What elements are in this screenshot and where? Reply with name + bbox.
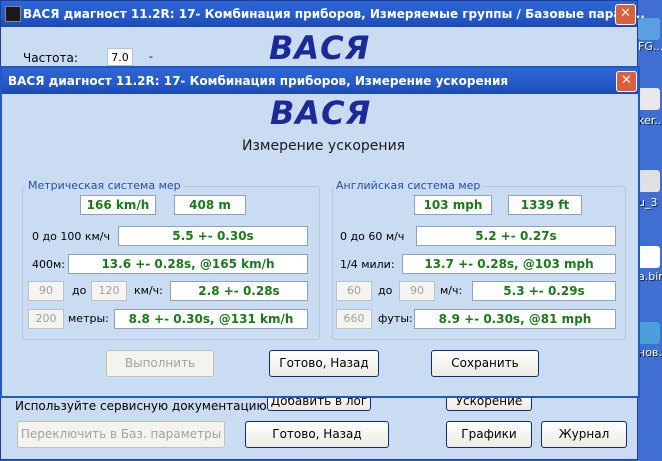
imperial-feet-label: футы: (378, 312, 413, 325)
accel-window: ВАСЯ диагност 11.2R: 17- Комбинация приб… (0, 66, 640, 398)
metric-legend: Метрическая система мер (26, 179, 183, 192)
file-icon[interactable] (638, 170, 660, 192)
metric-distance-input[interactable]: 200 (28, 309, 64, 329)
back-window-titlebar[interactable]: ВАСЯ диагност 11.2R: 17- Комбинация приб… (1, 1, 645, 27)
metric-row4-value: 8.8 +- 0.30s, @131 km/h (114, 309, 308, 329)
imperial-from-input[interactable]: 60 (336, 281, 372, 301)
metric-row1-label: 0 до 100 км/ч (32, 230, 110, 243)
freq-label: Частота: (23, 51, 78, 65)
back-logo: ВАСЯ (269, 29, 371, 67)
done-back-button[interactable]: Готово, Назад (245, 421, 389, 448)
imperial-row4-value: 8.9 +- 0.30s, @81 mph (414, 309, 616, 329)
metric-row1-value: 5.5 +- 0.30s (118, 226, 308, 246)
metric-row2-value: 13.6 +- 0.28s, @165 km/h (68, 254, 308, 274)
journal-button[interactable]: Журнал (541, 421, 627, 448)
file-icon[interactable] (638, 88, 660, 110)
app-icon (5, 6, 21, 22)
accel-window-titlebar[interactable]: ВАСЯ диагност 11.2R: 17- Комбинация приб… (2, 68, 638, 94)
front-logo: ВАСЯ (270, 94, 372, 132)
file-icon[interactable] (638, 18, 660, 40)
metric-unit-label: км/ч: (134, 284, 163, 297)
freq-value: 7.0 (107, 48, 133, 66)
service-doc-text: Используйте сервисную документацию! (15, 399, 272, 413)
accel-window-title: ВАСЯ диагност 11.2R: 17- Комбинация приб… (8, 74, 509, 88)
graphs-button[interactable]: Графики (446, 421, 532, 448)
back-window-title: ВАСЯ диагност 11.2R: 17- Комбинация приб… (23, 7, 645, 21)
imperial-to-label: до (378, 284, 393, 297)
imperial-row1-value: 5.2 +- 0.27s (416, 226, 616, 246)
imperial-row1-label: 0 до 60 м/ч (340, 230, 405, 243)
imperial-legend: Английская система мер (334, 179, 483, 192)
desktop-label: u_3 (638, 196, 658, 209)
imperial-row3-value: 5.3 +- 0.29s (472, 281, 616, 301)
run-button[interactable]: Выполнить (106, 350, 214, 377)
desktop-label: нов. (638, 346, 662, 359)
imperial-unit-label: м/ч: (440, 284, 463, 297)
dash-label: - (149, 50, 153, 63)
metric-row2-label: 400м: (32, 258, 65, 271)
imperial-row2-value: 13.7 +- 0.28s, @103 mph (402, 254, 616, 274)
desktop-label: FG... (638, 40, 662, 53)
done-back-button[interactable]: Готово, Назад (269, 350, 379, 377)
switch-basic-params-button[interactable]: Переключить в Баз. параметры (17, 421, 225, 448)
close-icon[interactable]: ✕ (616, 71, 637, 92)
imperial-to-input[interactable]: 90 (399, 281, 435, 301)
desktop-label: a.bin (638, 270, 662, 283)
imperial-row2-label: 1/4 мили: (340, 258, 395, 271)
subtitle: Измерение ускорения (242, 138, 406, 154)
imperial-distance: 1339 ft (508, 195, 582, 215)
metric-row3-value: 2.8 +- 0.28s (170, 281, 308, 301)
save-button[interactable]: Сохранить (431, 350, 539, 377)
metric-meters-label: метры: (68, 312, 109, 325)
desktop-label: ker... (638, 114, 662, 127)
imperial-speed: 103 mph (414, 195, 492, 215)
metric-to-input[interactable]: 120 (91, 281, 127, 301)
file-icon[interactable] (638, 246, 660, 268)
metric-to-label: до (72, 284, 87, 297)
metric-speed: 166 km/h (80, 195, 156, 215)
close-icon[interactable]: ✕ (615, 4, 636, 25)
imperial-distance-input[interactable]: 660 (336, 309, 372, 329)
metric-distance: 408 m (174, 195, 246, 215)
globe-icon[interactable] (638, 322, 660, 344)
metric-from-input[interactable]: 90 (28, 281, 64, 301)
